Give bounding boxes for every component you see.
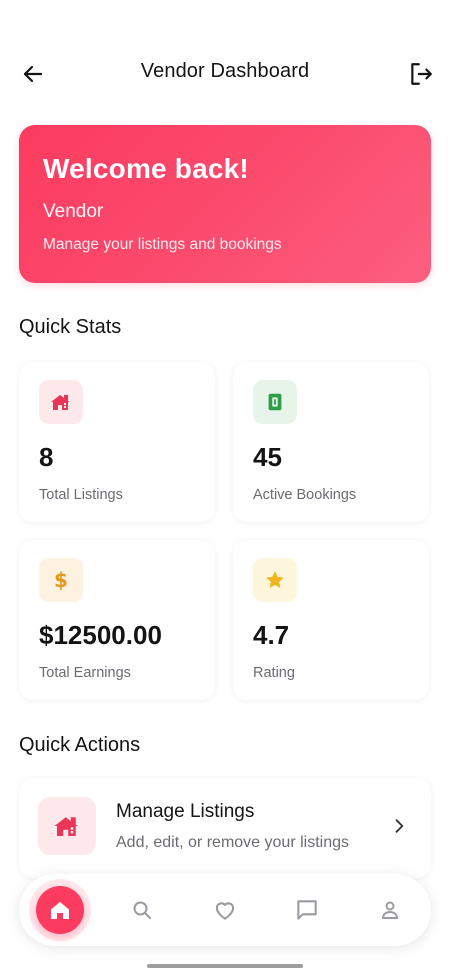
- bottom-navigation: [19, 874, 431, 946]
- vendor-dashboard-screen: Vendor Dashboard Welcome back! Vendor Ma…: [0, 0, 450, 975]
- quick-stats-title: Quick Stats: [19, 316, 122, 338]
- logout-button[interactable]: [406, 59, 436, 89]
- manage-listings-action[interactable]: Manage Listings Add, edit, or remove you…: [19, 778, 431, 878]
- welcome-subtitle: Manage your listings and bookings: [43, 236, 282, 253]
- chat-icon: [297, 900, 317, 920]
- quick-actions-title: Quick Actions: [19, 734, 141, 756]
- vendor-name: Vendor: [43, 201, 104, 222]
- home-indicator[interactable]: [147, 964, 303, 968]
- search-icon: [133, 901, 151, 919]
- app-header: Vendor Dashboard: [0, 50, 450, 96]
- welcome-title: Welcome back!: [43, 153, 249, 184]
- stat-value: $12500.00: [39, 620, 162, 650]
- nav-favorites-button[interactable]: [201, 886, 249, 934]
- stat-card-rating: 4.7 Rating: [233, 540, 429, 700]
- star-icon: [253, 558, 297, 602]
- action-title: Manage Listings: [116, 801, 255, 822]
- stat-value: 45: [253, 442, 282, 472]
- profile-icon: [382, 901, 398, 919]
- stat-label: Rating: [253, 665, 295, 681]
- stat-label: Total Listings: [39, 487, 123, 503]
- heart-icon: [215, 902, 235, 920]
- nav-home-button[interactable]: [36, 886, 84, 934]
- welcome-banner: Welcome back! Vendor Manage your listing…: [19, 125, 431, 283]
- stat-value: 4.7: [253, 620, 290, 650]
- nav-messages-button[interactable]: [283, 886, 331, 934]
- nav-search-button[interactable]: [118, 886, 166, 934]
- booking-icon: [253, 380, 297, 424]
- home-icon: [51, 902, 69, 919]
- action-subtitle: Add, edit, or remove your listings: [116, 834, 349, 851]
- stat-card-active-bookings: 45 Active Bookings: [233, 362, 429, 522]
- stat-card-total-earnings: $ $12500.00 Total Earnings: [19, 540, 215, 700]
- stat-label: Active Bookings: [253, 487, 357, 503]
- listings-icon: [39, 380, 83, 424]
- stat-value: 8: [39, 442, 54, 472]
- dollar-icon: $: [39, 558, 83, 602]
- nav-profile-button[interactable]: [366, 886, 414, 934]
- listings-icon: [38, 797, 96, 855]
- chevron-right-icon: [387, 814, 411, 838]
- stat-card-total-listings: 8 Total Listings: [19, 362, 215, 522]
- logout-icon: [411, 63, 432, 85]
- stat-label: Total Earnings: [39, 665, 131, 681]
- page-title: Vendor Dashboard: [140, 60, 310, 82]
